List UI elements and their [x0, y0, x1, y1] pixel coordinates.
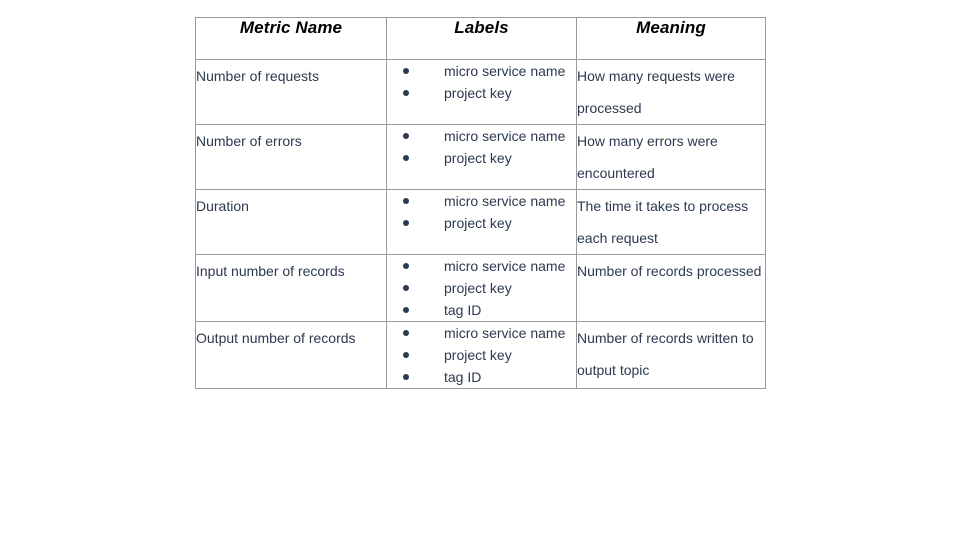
cell-meaning: How many requests were processed [576, 59, 766, 125]
table-row: Duration micro service name project key The… [195, 189, 766, 255]
meaning-text: Number of records written to output topi… [577, 330, 754, 378]
label-list-item: micro service name [387, 190, 576, 212]
column-header-metric-name-label: Metric Name [239, 18, 343, 37]
label-list-item: project key [387, 82, 576, 104]
meaning-text: Number of records processed [577, 263, 762, 279]
label-list: micro service name project key tag ID [387, 322, 576, 388]
label-list-item: micro service name [387, 125, 576, 147]
label-list-item: tag ID [387, 366, 576, 388]
label-list-item-text: project key [444, 85, 512, 101]
table-header: Metric Name Labels Meaning [195, 17, 766, 60]
cell-labels: micro service name project key tag ID [386, 321, 577, 389]
label-list-item: micro service name [387, 322, 576, 344]
metric-name-text: Number of requests [196, 68, 319, 84]
table-body: Number of requests micro service name proj… [195, 59, 766, 389]
label-list-item: project key [387, 212, 576, 234]
label-list-item: project key [387, 277, 576, 299]
metric-name-text: Duration [196, 198, 249, 214]
bullet-icon [403, 330, 409, 336]
bullet-icon [403, 90, 409, 96]
bullet-icon [403, 198, 409, 204]
bullet-icon [403, 68, 409, 74]
cell-metric-name: Input number of records [195, 254, 387, 322]
metric-name-text: Output number of records [196, 330, 356, 346]
cell-metric-name: Number of errors [195, 124, 387, 190]
label-list: micro service name project key [387, 190, 576, 234]
column-header-labels-label: Labels [454, 18, 509, 37]
table-row: Number of errors micro service name projec… [195, 124, 766, 190]
cell-labels: micro service name project key [386, 189, 577, 255]
meaning-text: How many requests were processed [577, 68, 735, 116]
metric-name-text: Number of errors [196, 133, 302, 149]
table-row: Number of requests micro service name proj… [195, 59, 766, 125]
cell-labels: micro service name project key tag ID [386, 254, 577, 322]
bullet-icon [403, 155, 409, 161]
meaning-text: The time it takes to process each reques… [577, 198, 749, 246]
column-header-meaning: Meaning [576, 17, 766, 60]
label-list: micro service name project key [387, 60, 576, 104]
label-list-item: project key [387, 147, 576, 169]
label-list-item-text: project key [444, 150, 512, 166]
label-list-item-text: project key [444, 280, 512, 296]
label-list-item-text: micro service name [444, 193, 566, 209]
cell-labels: micro service name project key [386, 59, 577, 125]
label-list: micro service name project key [387, 125, 576, 169]
label-list-item: micro service name [387, 255, 576, 277]
cell-labels: micro service name project key [386, 124, 577, 190]
label-list: micro service name project key tag ID [387, 255, 576, 321]
label-list-item-text: tag ID [444, 302, 482, 318]
table-header-row: Metric Name Labels Meaning [195, 17, 766, 60]
cell-meaning: Number of records written to output topi… [576, 321, 766, 389]
bullet-icon [403, 374, 409, 380]
meaning-text: How many errors were encountered [577, 133, 718, 181]
bullet-icon [403, 263, 409, 269]
metric-name-text: Input number of records [196, 263, 345, 279]
column-header-labels: Labels [386, 17, 577, 60]
column-header-metric-name: Metric Name [195, 17, 387, 60]
label-list-item-text: micro service name [444, 63, 566, 79]
cell-meaning: Number of records processed [576, 254, 766, 322]
bullet-icon [403, 285, 409, 291]
label-list-item-text: project key [444, 347, 512, 363]
label-list-item: project key [387, 344, 576, 366]
label-list-item: tag ID [387, 299, 576, 321]
label-list-item: micro service name [387, 60, 576, 82]
bullet-icon [403, 133, 409, 139]
label-list-item-text: micro service name [444, 128, 566, 144]
bullet-icon [403, 307, 409, 313]
table-row: Output number of records micro service na… [195, 321, 766, 389]
label-list-item-text: tag ID [444, 369, 482, 385]
label-list-item-text: micro service name [444, 325, 566, 341]
cell-meaning: How many errors were encountered [576, 124, 766, 190]
label-list-item-text: project key [444, 215, 512, 231]
table-row: Input number of records micro service nam… [195, 254, 766, 322]
bullet-icon [403, 220, 409, 226]
cell-metric-name: Output number of records [195, 321, 387, 389]
metrics-table: Metric Name Labels Meaning Number of req… [195, 17, 766, 389]
bullet-icon [403, 352, 409, 358]
cell-metric-name: Duration [195, 189, 387, 255]
cell-meaning: The time it takes to process each reques… [576, 189, 766, 255]
column-header-meaning-label: Meaning [636, 18, 706, 37]
cell-metric-name: Number of requests [195, 59, 387, 125]
label-list-item-text: micro service name [444, 258, 566, 274]
